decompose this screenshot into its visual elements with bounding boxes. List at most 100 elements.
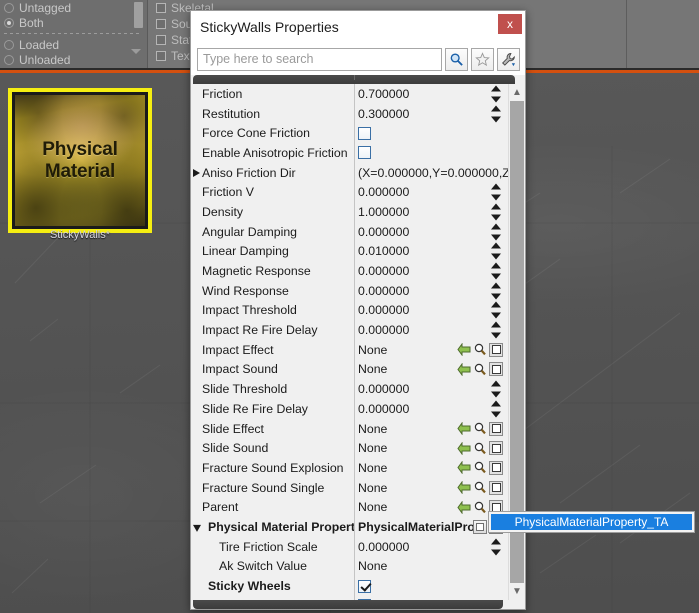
clear-asset-icon[interactable] [489,441,503,456]
property-row[interactable]: Friction 0.700000 [191,84,508,104]
property-value[interactable]: (X=0.000000,Y=0.000000,Z=0 [354,166,508,180]
spinner-down-icon[interactable] [491,234,501,241]
scroll-down-icon[interactable]: ▼ [509,583,525,600]
property-value[interactable]: 0.000000 [354,264,508,278]
property-row[interactable]: Friction V 0.000000 [191,182,508,202]
use-selected-arrow-icon[interactable] [457,500,471,514]
property-value[interactable]: None [354,559,508,573]
browse-search-icon[interactable] [473,461,487,475]
filter-radio-both-load[interactable]: Both [0,67,147,69]
use-selected-arrow-icon[interactable] [457,461,471,475]
clear-asset-icon[interactable] [489,342,503,357]
property-row[interactable]: Enable Anisotropic Friction [191,143,508,163]
browse-search-icon[interactable] [473,343,487,357]
spinner-arrows[interactable] [491,538,502,556]
spinner-down-icon[interactable] [491,116,501,123]
clear-asset-icon[interactable] [489,362,503,377]
asset-picker-buttons[interactable] [457,342,503,357]
spinner-up-icon[interactable] [491,282,501,289]
checkbox-unchecked[interactable] [358,599,371,600]
property-row[interactable]: Force Cone Friction [191,123,508,143]
property-value[interactable]: 0.000000 [354,382,508,396]
property-row[interactable]: Fracture Sound Single None [191,478,508,498]
property-value[interactable]: 0.000000 [354,402,508,416]
checkbox-unchecked[interactable] [358,126,371,140]
wrench-settings-icon[interactable] [497,47,520,71]
property-value[interactable]: 0.000000 [354,185,508,199]
property-row[interactable]: Parent None [191,497,508,517]
filter-radio-unloaded[interactable]: Unloaded [0,52,147,67]
close-icon[interactable]: x [498,14,522,34]
property-list[interactable]: Friction 0.700000 Restitution 0.300000 Force… [191,84,508,600]
property-value[interactable]: 0.000000 [354,540,508,554]
dialog-titlebar[interactable]: StickyWalls Properties x [191,11,525,43]
property-row[interactable]: Consider For Ground [191,596,508,600]
property-value[interactable]: 0.300000 [354,107,508,121]
property-value[interactable]: 0.010000 [354,244,508,258]
asset-picker-buttons[interactable] [457,441,503,456]
spinner-arrows[interactable] [491,242,502,260]
properties-top-splitter[interactable] [193,75,515,84]
property-row[interactable]: Angular Damping 0.000000 [191,222,508,242]
search-icon[interactable] [445,47,468,71]
property-value[interactable] [354,599,508,600]
use-selected-arrow-icon[interactable] [457,362,471,376]
spinner-arrows[interactable] [491,203,502,221]
property-row[interactable]: Restitution 0.300000 [191,104,508,124]
spinner-arrows[interactable] [491,262,502,280]
property-row[interactable]: Density 1.000000 [191,202,508,222]
property-row[interactable]: Sticky Wheels [191,576,508,596]
property-value[interactable]: 0.700000 [354,87,508,101]
filter-radio-untagged[interactable]: Untagged [0,0,147,15]
property-row[interactable]: Impact Threshold 0.000000 [191,301,508,321]
spinner-down-icon[interactable] [491,391,501,398]
property-value[interactable]: 0.000000 [354,225,508,239]
clear-asset-icon[interactable] [489,460,503,475]
checkbox-checked[interactable] [358,579,371,593]
spinner-down-icon[interactable] [491,253,501,260]
spinner-arrows[interactable] [491,380,502,398]
spinner-arrows[interactable] [491,301,502,319]
browse-search-icon[interactable] [473,441,487,455]
spinner-down-icon[interactable] [491,293,501,300]
spinner-arrows[interactable] [491,282,502,300]
browse-search-icon[interactable] [473,500,487,514]
property-row[interactable]: Slide Re Fire Delay 0.000000 [191,399,508,419]
property-value[interactable]: 0.000000 [354,323,508,337]
spinner-up-icon[interactable] [491,380,501,387]
property-value[interactable] [354,126,508,140]
spinner-up-icon[interactable] [491,321,501,328]
browse-search-icon[interactable] [473,362,487,376]
search-toolbar[interactable] [191,43,525,75]
spinner-arrows[interactable] [491,183,502,201]
spinner-arrows[interactable] [491,85,502,103]
chevron-right-icon[interactable] [193,168,200,177]
property-row[interactable]: Ak Switch Value None [191,557,508,577]
spinner-up-icon[interactable] [491,223,501,230]
use-selected-arrow-icon[interactable] [457,422,471,436]
properties-dialog[interactable]: StickyWalls Properties x Type here to se… [190,10,526,610]
use-selected-arrow-icon[interactable] [457,481,471,495]
property-value[interactable] [354,146,508,160]
chevron-down-icon[interactable] [131,49,141,54]
spinner-up-icon[interactable] [491,400,501,407]
property-value[interactable]: 0.000000 [354,303,508,317]
clear-asset-icon[interactable] [489,421,503,436]
content-browser-filter-panel[interactable]: Untagged Both Loaded Unloaded Both [0,0,148,68]
property-value[interactable]: 0.000000 [354,284,508,298]
chevron-down-icon[interactable] [193,524,201,532]
spinner-up-icon[interactable] [491,538,501,545]
spinner-arrows[interactable] [491,321,502,339]
clear-object-button[interactable] [473,519,487,534]
spinner-up-icon[interactable] [491,85,501,92]
property-row[interactable]: Slide Threshold 0.000000 [191,379,508,399]
checkbox-unchecked[interactable] [358,146,371,160]
browse-search-icon[interactable] [473,481,487,495]
spinner-down-icon[interactable] [491,96,501,103]
spinner-up-icon[interactable] [491,262,501,269]
property-row[interactable]: Wind Response 0.000000 [191,281,508,301]
properties-bottom-splitter[interactable] [193,600,503,609]
asset-tile-stickywalls[interactable]: Physical Material [8,88,152,233]
property-row[interactable]: Magnetic Response 0.000000 [191,261,508,281]
scroll-up-icon[interactable]: ▲ [509,84,525,101]
